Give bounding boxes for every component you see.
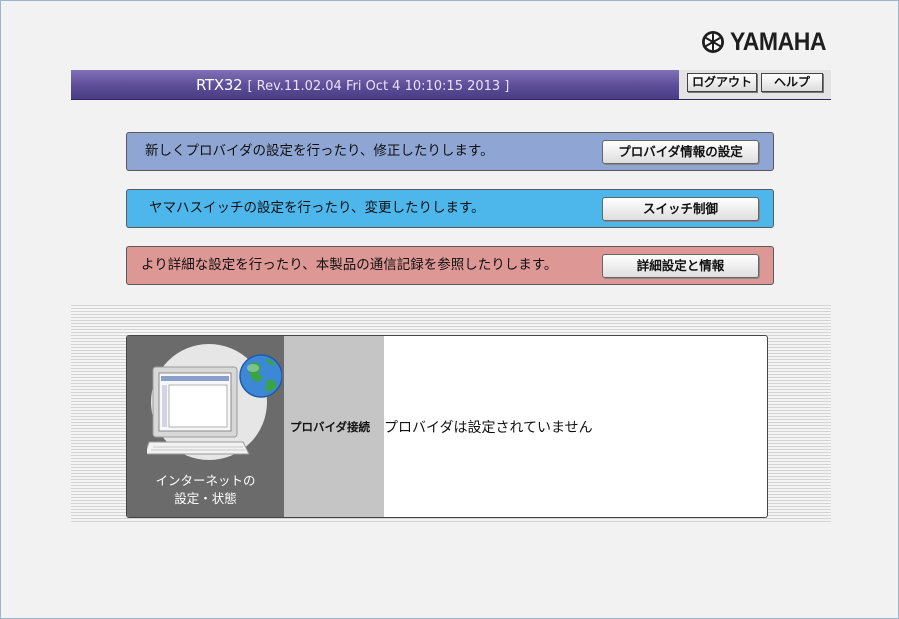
device-info: RTX32 [ Rev.11.02.04 Fri Oct 4 10:10:15 … — [196, 70, 509, 99]
provider-settings-button[interactable]: プロバイダ情報の設定 — [602, 140, 759, 164]
advanced-settings-description: より詳細な設定を行ったり、本製品の通信記録を参照したりします。 — [141, 257, 558, 273]
switch-control-description: ヤマハスイッチの設定を行ったり、変更したりします。 — [149, 200, 485, 216]
header-buttons: ログアウト ヘルプ — [679, 70, 831, 99]
logout-button[interactable]: ログアウト — [687, 73, 757, 92]
page-frame: YAMAHA RTX32 [ Rev.11.02.04 Fri Oct 4 10… — [0, 0, 899, 619]
internet-status-panel: インターネットの 設定・状態 プロバイダ接続 プロバイダは設定されていません — [126, 335, 768, 518]
model-name: RTX32 — [196, 76, 243, 94]
logo-wordmark: YAMAHA — [730, 27, 827, 56]
yamaha-emblem-icon — [702, 31, 724, 53]
provider-connection-status: プロバイダは設定されていません — [384, 420, 593, 436]
provider-connection-label: プロバイダ接続 — [290, 420, 371, 434]
switch-control-panel: ヤマハスイッチの設定を行ったり、変更したりします。 スイッチ制御 — [126, 189, 774, 228]
internet-settings-caption: インターネットの 設定・状態 — [155, 473, 256, 506]
computer-globe-icon — [147, 344, 282, 460]
yamaha-logo: YAMAHA — [701, 25, 834, 59]
switch-control-button[interactable]: スイッチ制御 — [602, 197, 759, 221]
header-bar: RTX32 [ Rev.11.02.04 Fri Oct 4 10:10:15 … — [71, 70, 831, 100]
advanced-settings-panel: より詳細な設定を行ったり、本製品の通信記録を参照したりします。 詳細設定と情報 — [126, 246, 774, 285]
internet-settings-tile[interactable]: インターネットの 設定・状態 — [127, 336, 284, 517]
firmware-revision: [ Rev.11.02.04 Fri Oct 4 10:10:15 2013 ] — [247, 79, 510, 94]
help-button[interactable]: ヘルプ — [761, 73, 823, 92]
advanced-settings-button[interactable]: 詳細設定と情報 — [602, 254, 759, 278]
provider-settings-description: 新しくプロバイダの設定を行ったり、修正したりします。 — [145, 143, 494, 159]
provider-settings-panel: 新しくプロバイダの設定を行ったり、修正したりします。 プロバイダ情報の設定 — [126, 132, 774, 171]
